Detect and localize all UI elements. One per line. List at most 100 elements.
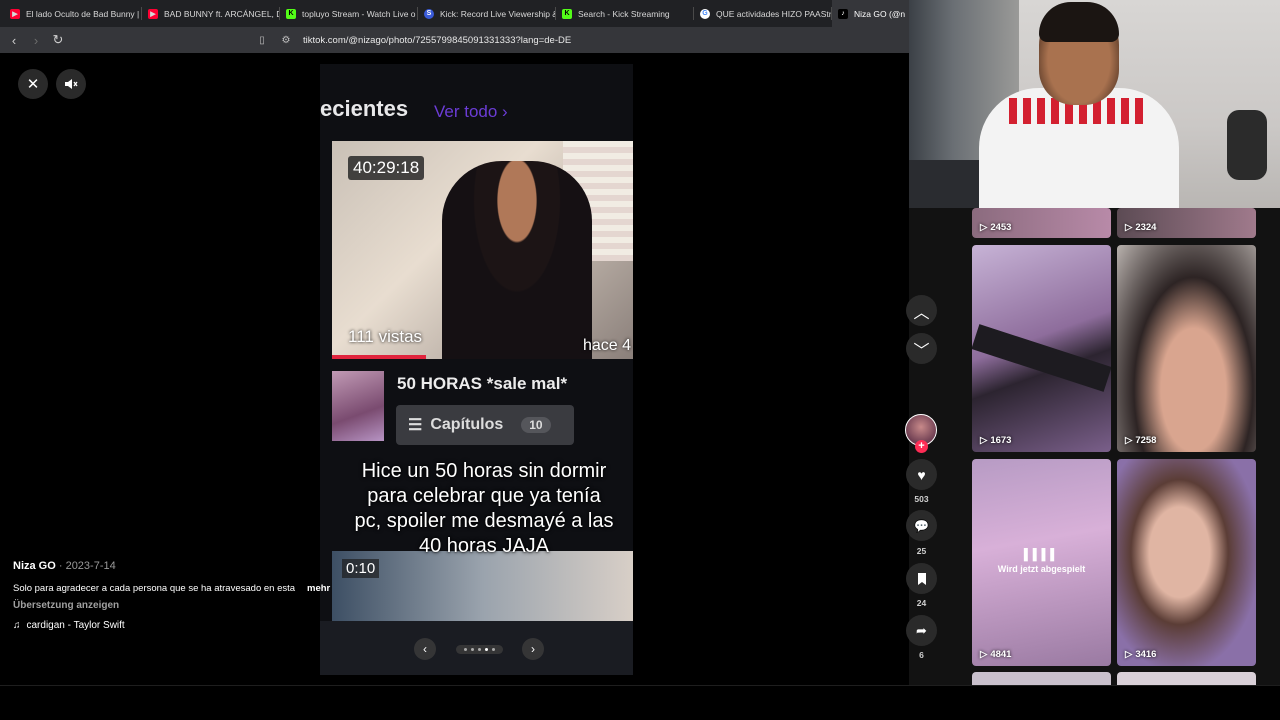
browser-tab[interactable]: G QUE actividades HIZO PAAStre [694, 0, 832, 27]
video-age: hace 4 [582, 337, 631, 354]
next-slide-button[interactable]: › [522, 638, 544, 660]
slide-dot[interactable] [463, 647, 467, 651]
grid-video-tile[interactable]: ▷ 7258 [1117, 245, 1256, 452]
slide-dot[interactable] [491, 647, 495, 651]
video-title: 50 HORAS *sale mal* [397, 374, 568, 393]
kick-icon: K [286, 8, 296, 19]
forward-button[interactable]: › [26, 30, 46, 50]
grid-video-tile[interactable]: ▷ 3416 [1117, 459, 1256, 666]
muted-speaker-icon [65, 79, 78, 89]
like-count: 503 [914, 494, 929, 504]
comment-icon: 💬 [914, 518, 929, 533]
heart-icon: ♥ [917, 466, 926, 483]
tab-label: Niza GO (@n [854, 8, 906, 19]
view-count: ▷ 2453 [980, 222, 1011, 233]
kick-icon: K [562, 8, 572, 19]
grid-video-tile[interactable]: ▷ 1673 [972, 245, 1111, 452]
bookmark-icon[interactable]: ▯ [253, 35, 271, 46]
reload-button[interactable]: ↻ [48, 30, 68, 50]
view-count-value: 4841 [990, 649, 1012, 660]
share-button[interactable]: ➦ [906, 615, 937, 646]
play-icon: ▷ [980, 222, 988, 233]
video-thumbnail [332, 371, 384, 441]
url-text: tiktok.com/@nizago/photo/725579984509133… [303, 34, 572, 46]
video-views: 111 vistas [348, 327, 423, 346]
slide-dot[interactable] [477, 647, 481, 651]
bookmark-icon [917, 572, 926, 585]
slide-dot[interactable] [470, 647, 474, 651]
webcam-microphone [1227, 110, 1267, 180]
screenshot-video-thumbnail-2: 0:10 [332, 551, 633, 621]
save-button[interactable] [906, 563, 937, 594]
browser-tab[interactable]: ▶ BAD BUNNY ft. ARCÁNGEL, D [142, 0, 280, 27]
view-count-value: 7258 [1135, 435, 1157, 446]
browser-tab[interactable]: Ktopluyo Stream - Watch Live o [280, 0, 418, 27]
grid-video-tile-partial[interactable] [972, 672, 1111, 685]
follow-plus-icon[interactable]: + [915, 440, 928, 453]
tab-label: QUE actividades HIZO PAAStre [716, 8, 832, 19]
music-link[interactable]: ♫ cardigan - Taylor Swift [13, 620, 125, 631]
close-button[interactable]: ✕ [18, 69, 48, 99]
equalizer-icon: ▌▌▌▌ [1023, 549, 1060, 561]
chevron-down-icon: ﹀ [913, 342, 930, 360]
play-icon: ▷ [980, 649, 988, 660]
previous-post-button[interactable]: ︿ [906, 295, 937, 326]
grid-video-tile[interactable]: ▷ 2324 [1117, 208, 1256, 238]
slide-indicator [455, 644, 503, 654]
tiktok-icon: ♪ [838, 8, 848, 19]
photo-slide[interactable]: ecientes Ver todo › 40:29:18 111 vistas … [320, 64, 633, 675]
more-button[interactable]: mehr [307, 583, 330, 594]
browser-tab[interactable]: S Kick: Record Live Viewership & [418, 0, 556, 27]
grid-video-tile-partial[interactable] [1117, 672, 1256, 685]
screenshot-video-row: 50 HORAS *sale mal* ☰ Capítulos 10 [332, 371, 633, 445]
comment-button[interactable]: 💬 [906, 510, 937, 541]
view-count-value: 2324 [1135, 222, 1157, 233]
view-count-value: 2453 [990, 222, 1012, 233]
chapters-label: Capítulos [430, 416, 504, 433]
tab-label: topluyo Stream - Watch Live o [302, 8, 416, 19]
music-note-icon: ♫ [13, 620, 21, 631]
grid-video-tile[interactable]: ▷ 2453 [972, 208, 1111, 238]
view-count: ▷ 2324 [1125, 222, 1156, 233]
streamscharts-icon: S [424, 8, 434, 19]
view-count-value: 3416 [1135, 649, 1157, 660]
youtube-icon: ▶ [148, 8, 158, 19]
tab-label: Kick: Record Live Viewership & [440, 8, 556, 19]
browser-tab[interactable]: K Search - Kick Streaming [556, 0, 694, 27]
tab-label: BAD BUNNY ft. ARCÁNGEL, D [164, 8, 280, 19]
post-description: Solo para agradecer a cada persona que s… [13, 583, 296, 594]
chapters-count: 10 [521, 417, 551, 433]
site-info-icon[interactable]: ⚙ [277, 35, 295, 46]
view-count: ▷ 3416 [1125, 649, 1156, 660]
tile-banner [972, 324, 1111, 392]
google-icon: G [700, 8, 710, 19]
webcam-overlay [909, 0, 1280, 208]
music-title[interactable]: cardigan - Taylor Swift [27, 620, 125, 631]
like-button[interactable]: ♥ [906, 459, 937, 490]
view-count: ▷ 7258 [1125, 435, 1156, 446]
grid-video-tile-playing[interactable]: ▌▌▌▌ Wird jetzt abgespielt ▷ 4841 [972, 459, 1111, 666]
webcam-monitor [909, 160, 979, 208]
screenshot-heading: ecientes [320, 96, 409, 121]
watch-progress-bar [332, 355, 426, 359]
mute-button[interactable] [56, 69, 86, 99]
tab-label: El lado Oculto de Bad Bunny | [26, 8, 140, 19]
youtube-icon: ▶ [10, 8, 20, 19]
screenshot-video-thumbnail: 40:29:18 111 vistas hace 4 [332, 141, 633, 359]
share-arrow-icon: ➦ [916, 622, 927, 638]
next-post-button[interactable]: ﹀ [906, 333, 937, 364]
translate-link[interactable]: Übersetzung anzeigen [13, 600, 119, 611]
author-name[interactable]: Niza GO [13, 560, 56, 572]
play-icon: ▷ [1125, 649, 1133, 660]
address-bar[interactable]: ▯ ⚙ tiktok.com/@nizago/photo/72557998450… [253, 30, 903, 50]
slide-navigation: ‹ › [414, 638, 544, 660]
browser-tab[interactable]: ▶ El lado Oculto de Bad Bunny | [4, 0, 142, 27]
overlay-caption: Hice un 50 horas sin dormir para celebra… [354, 460, 614, 557]
view-count-value: 1673 [990, 435, 1012, 446]
bottom-strip [0, 685, 1280, 720]
post-author[interactable]: Niza GO · 2023-7-14 [13, 560, 116, 572]
slide-dot-active[interactable] [484, 647, 488, 651]
save-count: 24 [916, 598, 927, 608]
previous-slide-button[interactable]: ‹ [414, 638, 436, 660]
back-button[interactable]: ‹ [4, 30, 24, 50]
